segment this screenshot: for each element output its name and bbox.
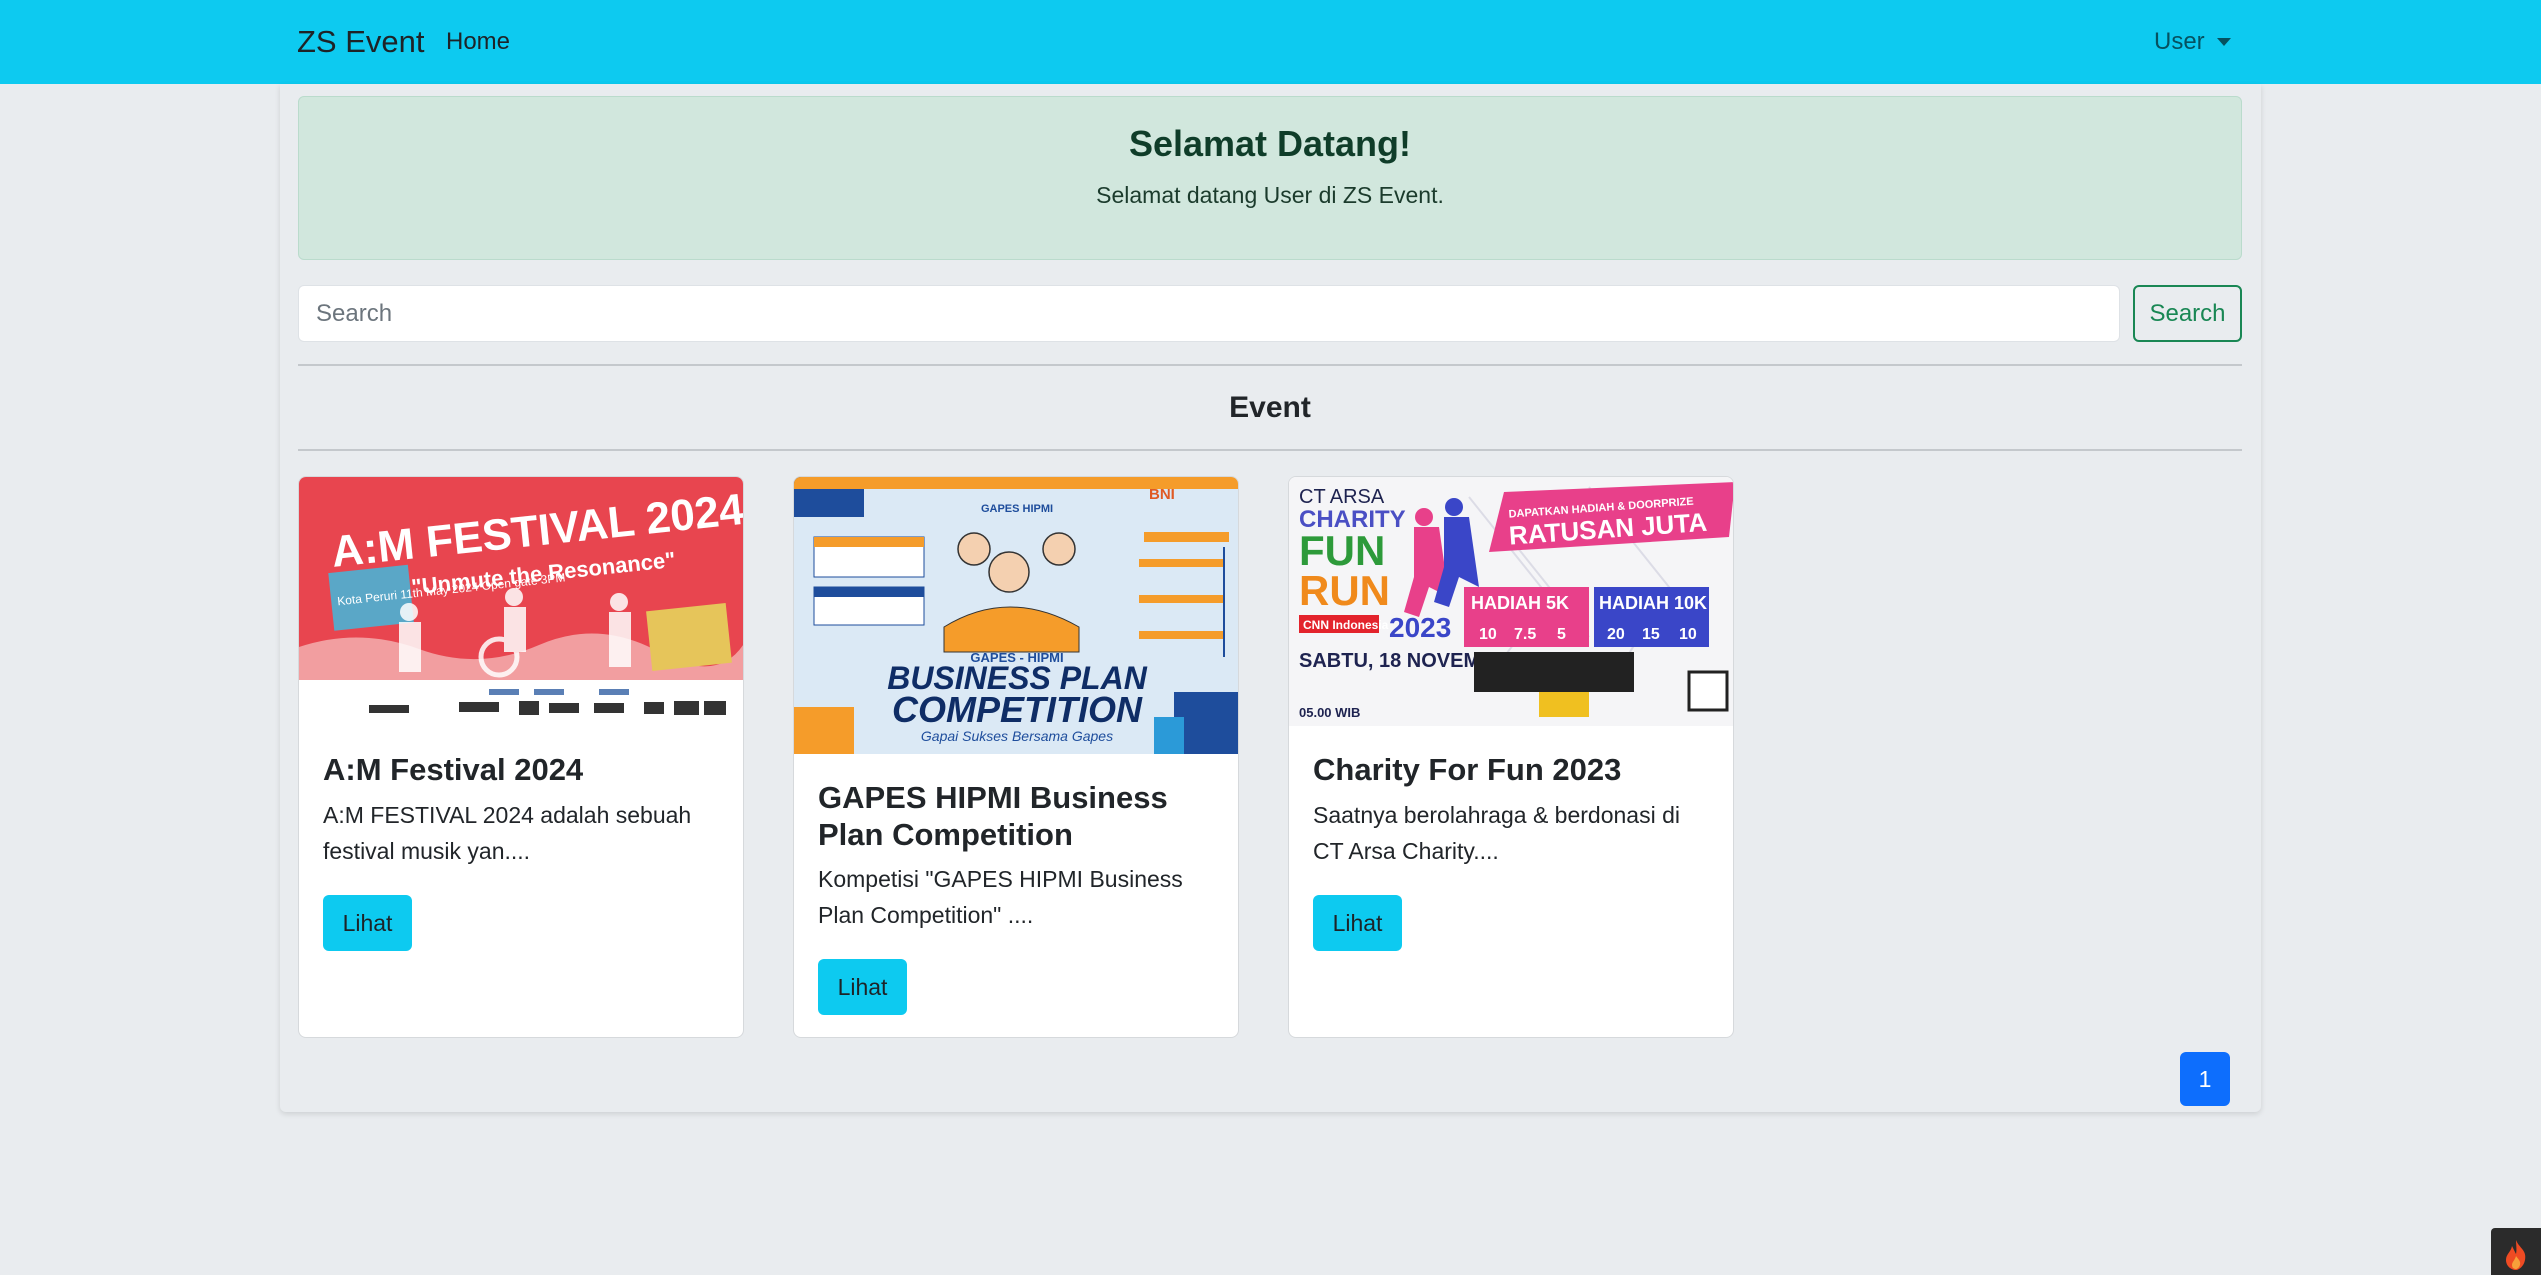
caret-down-icon — [2216, 38, 2231, 46]
poster-bank: BNI — [1149, 486, 1175, 503]
alert-title: Selamat Datang! — [1128, 123, 1412, 164]
svg-text:CNN Indonesia: CNN Indonesia — [1303, 618, 1389, 632]
event-card: A:M FESTIVAL 2024 "Unmute the Resonance"… — [298, 476, 744, 1038]
alert-message: Selamat datang User di ZS Event. — [1096, 182, 1444, 208]
poster-prize-5k: HADIAH 5K — [1471, 593, 1569, 613]
divider-top — [298, 364, 2242, 366]
svg-text:15: 15 — [1642, 626, 1660, 643]
divider-bottom — [298, 449, 2242, 451]
event-title: Charity For Fun 2023 — [1313, 752, 1622, 787]
event-title: A:M Festival 2024 — [323, 752, 584, 787]
svg-text:05.00 WIB: 05.00 WIB — [1299, 705, 1360, 720]
section-title: Event — [1229, 391, 1311, 424]
search-button[interactable]: Search — [2133, 285, 2242, 342]
user-dropdown[interactable]: User — [2154, 28, 2231, 56]
event-description: Kompetisi "GAPES HIPMI Business Plan Com… — [818, 866, 1183, 928]
welcome-alert: Selamat Datang! Selamat datang User di Z… — [298, 96, 2242, 260]
svg-text:GAPES HIPMI: GAPES HIPMI — [981, 503, 1053, 515]
poster-line3: RUN — [1299, 567, 1390, 614]
event-poster-image[interactable]: A:M FESTIVAL 2024 "Unmute the Resonance"… — [299, 477, 743, 726]
svg-text:10: 10 — [1479, 626, 1497, 643]
view-event-button[interactable]: Lihat — [1313, 895, 1402, 951]
debug-toolbar-toggle[interactable] — [2491, 1228, 2541, 1275]
svg-text:7.5: 7.5 — [1514, 626, 1536, 643]
event-poster-image[interactable]: CT ARSA CHARITY FUN RUN CNN Indonesia 20… — [1289, 477, 1733, 726]
user-dropdown-label: User — [2154, 28, 2205, 55]
nav-link-home[interactable]: Home — [446, 28, 510, 56]
event-title: GAPES HIPMI Business Plan Competition — [818, 780, 1168, 852]
search-input[interactable] — [298, 285, 2120, 342]
view-event-button[interactable]: Lihat — [818, 959, 907, 1015]
poster-org: CT ARSA — [1299, 486, 1385, 508]
pagination-page-1[interactable]: 1 — [2180, 1052, 2230, 1106]
svg-text:10: 10 — [1679, 626, 1697, 643]
poster-prize-10k: HADIAH 10K — [1599, 593, 1707, 613]
poster-year: 2023 — [1389, 612, 1451, 643]
svg-text:20: 20 — [1607, 626, 1625, 643]
svg-text:5: 5 — [1557, 626, 1566, 643]
event-card: GAPES HIPMI BNI GAPES - HIPMI BUSINESS P… — [793, 476, 1239, 1038]
event-card: CT ARSA CHARITY FUN RUN CNN Indonesia 20… — [1288, 476, 1734, 1038]
poster-tagline: Gapai Sukses Bersama Gapes — [921, 728, 1113, 744]
flame-icon — [2506, 1240, 2526, 1270]
event-poster-image[interactable]: GAPES HIPMI BNI GAPES - HIPMI BUSINESS P… — [794, 477, 1238, 754]
event-description: A:M FESTIVAL 2024 adalah sebuah festival… — [323, 802, 692, 864]
poster-headline-2: COMPETITION — [892, 689, 1143, 730]
brand-link[interactable]: ZS Event — [297, 24, 425, 60]
navbar: ZS Event Home User — [0, 0, 2541, 84]
view-event-button[interactable]: Lihat — [323, 895, 412, 951]
event-description: Saatnya berolahraga & berdonasi di CT Ar… — [1313, 802, 1680, 864]
